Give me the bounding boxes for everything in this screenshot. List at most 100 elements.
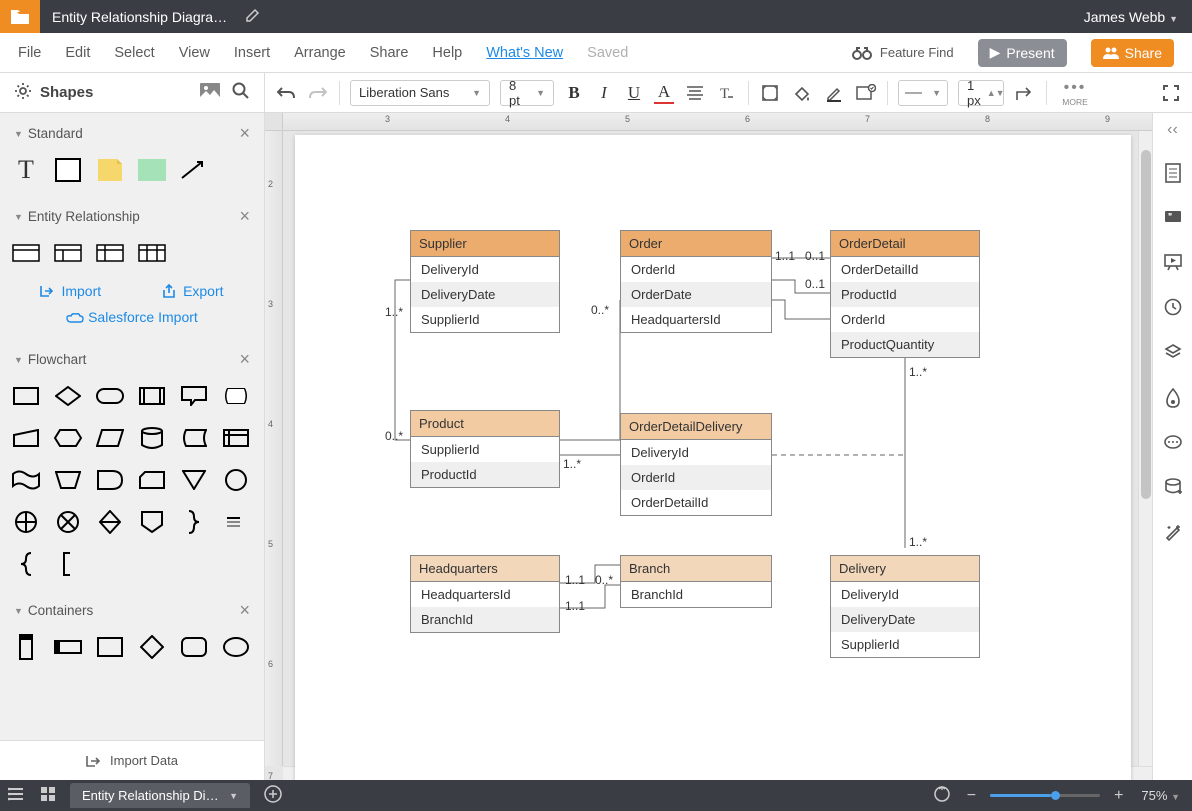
- menu-edit[interactable]: Edit: [65, 45, 90, 61]
- fc-connector[interactable]: [222, 466, 250, 494]
- shape-hotspot[interactable]: [138, 156, 166, 184]
- cont-swim-h[interactable]: [54, 633, 82, 661]
- border-color-button[interactable]: [823, 82, 845, 104]
- outline-view-icon[interactable]: [0, 787, 32, 804]
- zoom-slider[interactable]: [990, 794, 1100, 797]
- align-button[interactable]: [684, 82, 706, 104]
- shape-er-4[interactable]: [138, 239, 166, 267]
- add-page-button[interactable]: [264, 785, 282, 806]
- menu-arrange[interactable]: Arrange: [294, 45, 346, 61]
- document-title[interactable]: Entity Relationship Diagram Exa…: [40, 9, 240, 25]
- italic-button[interactable]: I: [594, 83, 614, 103]
- entity-product[interactable]: Product SupplierId ProductId: [410, 410, 560, 488]
- shape-frame-button[interactable]: [759, 82, 781, 104]
- fc-db[interactable]: [138, 424, 166, 452]
- fill-button[interactable]: [791, 82, 813, 104]
- close-icon[interactable]: ×: [239, 206, 250, 227]
- collapse-rail-icon[interactable]: ‹‹: [1167, 121, 1178, 139]
- edit-title-icon[interactable]: [240, 8, 266, 25]
- shape-er-1[interactable]: [12, 239, 40, 267]
- shape-rect[interactable]: [54, 156, 82, 184]
- fc-rect[interactable]: [12, 382, 40, 410]
- er-export-link[interactable]: Export: [162, 283, 223, 299]
- cont-round[interactable]: [180, 633, 208, 661]
- context-panel-icon[interactable]: [1164, 163, 1182, 186]
- fc-card[interactable]: [138, 466, 166, 494]
- menu-share[interactable]: Share: [370, 45, 409, 61]
- entity-orderdetail[interactable]: OrderDetail OrderDetailId ProductId Orde…: [830, 230, 980, 358]
- text-color-button[interactable]: A: [654, 82, 674, 104]
- entity-orderdetaildelivery[interactable]: OrderDetailDelivery DeliveryId OrderId O…: [620, 413, 772, 516]
- shape-arrow[interactable]: [180, 156, 208, 184]
- undo-button[interactable]: [275, 82, 297, 104]
- fc-callout[interactable]: [180, 382, 208, 410]
- cont-rect[interactable]: [96, 633, 124, 661]
- line-style-select[interactable]: ▼: [898, 80, 948, 106]
- folder-icon[interactable]: [0, 0, 40, 33]
- cont-swim-v[interactable]: [12, 633, 40, 661]
- redo-button[interactable]: [307, 82, 329, 104]
- scrollbar-vertical[interactable]: [1138, 131, 1152, 766]
- salesforce-import-link[interactable]: Salesforce Import: [66, 309, 198, 325]
- entity-branch[interactable]: Branch BranchId: [620, 555, 772, 608]
- fontsize-select[interactable]: 8 pt▼: [500, 80, 554, 106]
- canvas[interactable]: 3 4 5 6 7 8 9 2 3 4 5 6 7: [265, 113, 1152, 780]
- import-data-button[interactable]: Import Data: [0, 740, 264, 780]
- data-icon[interactable]: [1164, 478, 1182, 499]
- fc-prep[interactable]: [54, 424, 82, 452]
- fc-stored[interactable]: [180, 424, 208, 452]
- shape-options-button[interactable]: [855, 82, 877, 104]
- fc-extract[interactable]: [180, 466, 208, 494]
- chat-icon[interactable]: [1164, 435, 1182, 454]
- fc-display[interactable]: [222, 382, 250, 410]
- sync-icon[interactable]: [923, 785, 961, 806]
- shape-er-2[interactable]: [54, 239, 82, 267]
- close-icon[interactable]: ×: [239, 123, 250, 144]
- fc-delay[interactable]: [96, 466, 124, 494]
- bold-button[interactable]: B: [564, 83, 584, 103]
- menu-select[interactable]: Select: [114, 45, 154, 61]
- image-icon[interactable]: [200, 83, 220, 102]
- fc-internal[interactable]: [222, 424, 250, 452]
- fc-or[interactable]: [54, 508, 82, 536]
- zoom-level[interactable]: 75% ▼: [1129, 788, 1192, 803]
- shape-text[interactable]: T: [12, 156, 40, 184]
- fc-sort[interactable]: [96, 508, 124, 536]
- close-icon[interactable]: ×: [239, 600, 250, 621]
- entity-order[interactable]: Order OrderId OrderDate HeadquartersId: [620, 230, 772, 333]
- gear-icon[interactable]: [14, 82, 32, 103]
- diagram-page[interactable]: Supplier DeliveryId DeliveryDate Supplie…: [295, 135, 1131, 780]
- zoom-out-button[interactable]: −: [961, 787, 982, 805]
- menu-view[interactable]: View: [179, 45, 210, 61]
- paint-icon[interactable]: [1165, 388, 1181, 411]
- underline-button[interactable]: U: [624, 83, 644, 103]
- fc-brace-r[interactable]: [180, 508, 208, 536]
- feature-find[interactable]: Feature Find: [852, 45, 954, 60]
- line-arrow-button[interactable]: [1014, 82, 1036, 104]
- menu-whats-new[interactable]: What's New: [486, 45, 563, 61]
- fc-bracket[interactable]: [54, 550, 82, 578]
- panel-containers-header[interactable]: ▼Containers×: [0, 590, 264, 629]
- share-button[interactable]: Share: [1091, 39, 1174, 67]
- present-panel-icon[interactable]: [1164, 253, 1182, 274]
- fc-brace-l[interactable]: [12, 550, 40, 578]
- comments-icon[interactable]: ❞: [1164, 210, 1182, 229]
- entity-supplier[interactable]: Supplier DeliveryId DeliveryDate Supplie…: [410, 230, 560, 333]
- fc-manualin[interactable]: [12, 424, 40, 452]
- fc-manualop[interactable]: [54, 466, 82, 494]
- present-button[interactable]: ▶ Present: [978, 39, 1067, 67]
- fc-sumjunc[interactable]: [12, 508, 40, 536]
- shape-note[interactable]: [96, 156, 124, 184]
- menu-file[interactable]: File: [18, 45, 41, 61]
- user-menu[interactable]: James Webb ▼: [1070, 9, 1192, 25]
- fc-offpage[interactable]: [138, 508, 166, 536]
- er-import-link[interactable]: Import: [40, 283, 101, 299]
- fullscreen-button[interactable]: [1160, 82, 1182, 104]
- fc-terminator[interactable]: [96, 382, 124, 410]
- menu-help[interactable]: Help: [432, 45, 462, 61]
- shape-er-3[interactable]: [96, 239, 124, 267]
- cont-diamond[interactable]: [138, 633, 166, 661]
- entity-headquarters[interactable]: Headquarters HeadquartersId BranchId: [410, 555, 560, 633]
- fc-diamond[interactable]: [54, 382, 82, 410]
- panel-flowchart-header[interactable]: ▼Flowchart×: [0, 339, 264, 378]
